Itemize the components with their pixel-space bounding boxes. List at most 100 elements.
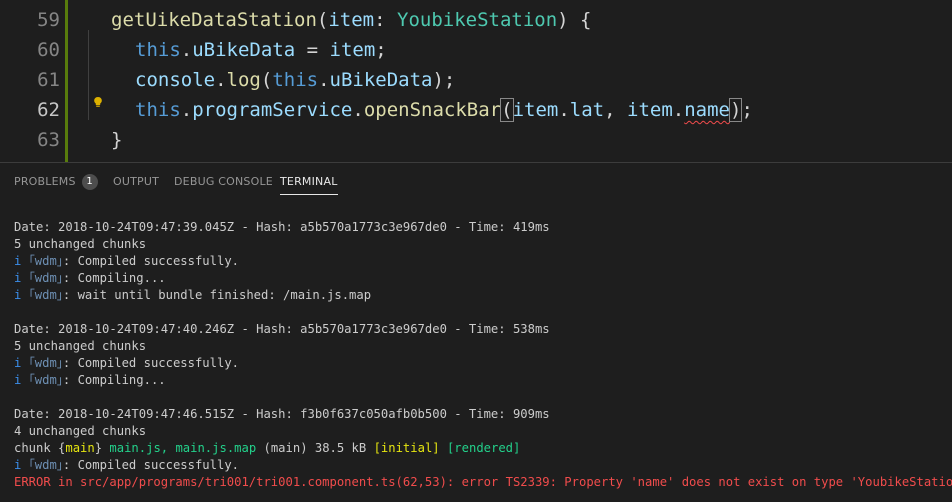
code-token: (	[260, 69, 273, 91]
line-number: 63	[37, 129, 60, 151]
code-token: =	[295, 39, 330, 61]
terminal-segment: main	[65, 441, 95, 455]
tab-label: OUTPUT	[113, 175, 160, 188]
code-token: (	[316, 9, 329, 31]
tab-label: DEBUG CONSOLE	[174, 175, 273, 188]
line-number: 59	[37, 9, 60, 31]
code-token: ,	[604, 99, 627, 121]
terminal-segment: Date: 2018-10-24T09:47:40.246Z - Hash: a…	[14, 322, 550, 336]
code-line[interactable]: 62 this.programService.openSnackBar(item.…	[0, 95, 952, 125]
terminal-segment: [initial]	[373, 441, 440, 455]
code-token: ;	[375, 39, 387, 61]
terminal-segment: : Compiled successfully.	[62, 254, 239, 268]
code-token: console	[135, 69, 216, 91]
terminal-segment: : Compiled successfully.	[62, 356, 239, 370]
code-token: :	[374, 9, 398, 31]
line-number: 60	[37, 39, 60, 61]
terminal-segment: ｢wdm｣	[28, 373, 63, 387]
terminal-line: 4 unchanged chunks	[14, 423, 952, 440]
code-token: log	[226, 69, 261, 91]
tab-label: PROBLEMS	[14, 175, 76, 188]
terminal-segment: ERROR in src/app/programs/tri001/tri001.…	[14, 475, 952, 489]
panel-tabs: PROBLEMS 1 OUTPUT DEBUG CONSOLE TERMINAL	[0, 163, 952, 201]
terminal-segment: : Compiling...	[62, 271, 166, 285]
code-token: programService	[192, 99, 353, 121]
tab-problems[interactable]: PROBLEMS 1	[14, 163, 98, 201]
terminal-segment: i	[14, 271, 29, 285]
terminal-line: chunk {main} main.js, main.js.map (main)…	[14, 440, 952, 457]
code-token: item	[627, 99, 673, 121]
tab-output[interactable]: OUTPUT	[113, 163, 159, 201]
code-token: .	[180, 99, 193, 121]
terminal-segment: ｢wdm｣	[28, 254, 63, 268]
code-token: .	[180, 39, 193, 61]
terminal-line: ERROR in src/app/programs/tri001/tri001.…	[14, 474, 952, 491]
terminal-segment: 4 unchanged chunks	[14, 424, 147, 438]
problems-count-badge: 1	[81, 174, 98, 190]
code-line[interactable]: 61 console.log(this.uBikeData);	[0, 65, 952, 95]
code-line[interactable]: 59 getUikeDataStation(item: YoubikeStatio…	[0, 5, 952, 35]
line-number: 62	[37, 99, 60, 121]
terminal-segment: [rendered]	[446, 441, 521, 455]
terminal-segment: main.js, main.js.map	[109, 441, 257, 455]
tab-label: TERMINAL	[280, 175, 338, 188]
code-token: name	[684, 99, 730, 121]
code-editor[interactable]: 59 getUikeDataStation(item: YoubikeStatio…	[0, 0, 952, 162]
terminal-segment: ｢wdm｣	[28, 458, 63, 472]
terminal-line: Date: 2018-10-24T09:47:39.045Z - Hash: a…	[14, 219, 952, 236]
code-token: }	[111, 129, 123, 151]
code-token: item	[512, 99, 559, 121]
code-line[interactable]: 60 this.uBikeData = item;	[0, 35, 952, 65]
terminal-segment: : Compiled successfully.	[62, 458, 239, 472]
terminal-line: Date: 2018-10-24T09:47:46.515Z - Hash: f…	[14, 406, 952, 423]
terminal-segment: i	[14, 254, 29, 268]
tab-debug-console[interactable]: DEBUG CONSOLE	[174, 163, 273, 201]
code-token: ;	[741, 99, 753, 121]
code-token: item	[329, 39, 376, 61]
terminal-line: i ｢wdm｣: Compiled successfully.	[14, 457, 952, 474]
bottom-panel: PROBLEMS 1 OUTPUT DEBUG CONSOLE TERMINAL …	[0, 162, 952, 502]
code-token: openSnackBar	[363, 99, 502, 121]
terminal-line: i ｢wdm｣: wait until bundle finished: /ma…	[14, 287, 952, 304]
terminal-segment: ｢wdm｣	[28, 356, 63, 370]
terminal-segment: 5 unchanged chunks	[14, 339, 147, 353]
code-text: console.log(this.uBikeData);	[135, 65, 455, 95]
code-text: getUikeDataStation(item: YoubikeStation)…	[111, 5, 592, 35]
terminal-segment: : Compiling...	[62, 373, 166, 387]
code-token: this	[135, 99, 181, 121]
line-number: 61	[37, 69, 60, 91]
terminal-line: i ｢wdm｣: Compiled successfully.	[14, 253, 952, 270]
terminal-segment: i	[14, 373, 29, 387]
terminal-output[interactable]: Date: 2018-10-24T09:47:39.045Z - Hash: a…	[14, 219, 952, 491]
code-token: getUikeDataStation	[111, 9, 317, 31]
code-token: .	[558, 99, 570, 121]
code-token: .	[215, 69, 227, 91]
code-token: );	[432, 69, 456, 91]
terminal-segment: Date: 2018-10-24T09:47:46.515Z - Hash: f…	[14, 407, 550, 421]
code-text: }	[111, 125, 122, 155]
terminal-segment: 5 unchanged chunks	[14, 237, 147, 251]
code-line[interactable]: 63}	[0, 125, 952, 155]
terminal-segment: i	[14, 458, 29, 472]
code-token: YoubikeStation	[397, 9, 558, 31]
code-token: ) {	[557, 9, 592, 31]
terminal-segment: ｢wdm｣	[28, 288, 63, 302]
code-token: item	[328, 9, 375, 31]
terminal-line: i ｢wdm｣: Compiling...	[14, 270, 952, 287]
terminal-segment: : wait until bundle finished: /main.js.m…	[62, 288, 372, 302]
code-text: this.uBikeData = item;	[135, 35, 387, 65]
terminal-segment: chunk {	[14, 441, 66, 455]
terminal-line: i ｢wdm｣: Compiled successfully.	[14, 355, 952, 372]
code-token: .	[352, 99, 364, 121]
lightbulb-icon[interactable]	[92, 96, 104, 108]
tab-terminal[interactable]: TERMINAL	[280, 163, 338, 201]
terminal-segment: (main) 38.5 kB	[256, 441, 374, 455]
code-token: this	[135, 39, 181, 61]
terminal-line: Date: 2018-10-24T09:47:40.246Z - Hash: a…	[14, 321, 952, 338]
terminal-line: 5 unchanged chunks	[14, 236, 952, 253]
code-token: this	[272, 69, 319, 91]
code-token: .	[318, 69, 330, 91]
terminal-segment: Date: 2018-10-24T09:47:39.045Z - Hash: a…	[14, 220, 550, 234]
